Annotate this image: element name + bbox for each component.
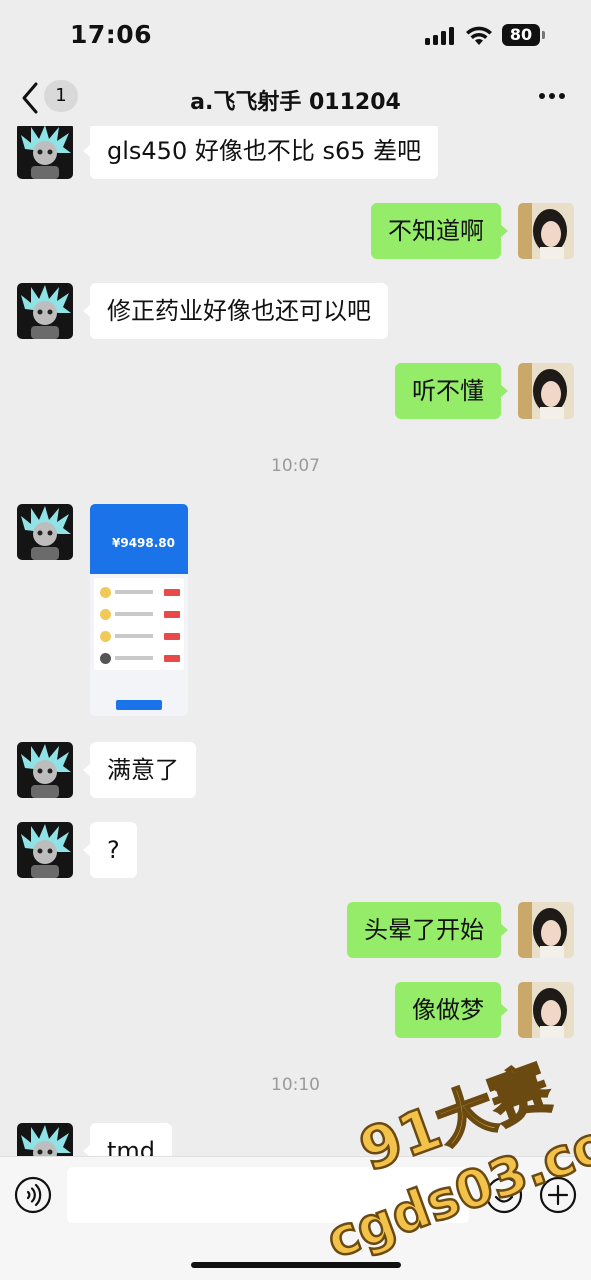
- message-bubble[interactable]: 听不懂: [395, 363, 508, 419]
- screenshot-card: [94, 578, 184, 670]
- message-bubble[interactable]: 像做梦: [395, 982, 508, 1038]
- wifi-icon: [466, 26, 492, 45]
- status-time: 17:06: [70, 20, 153, 49]
- cellular-signal-icon: [425, 27, 457, 45]
- my-avatar[interactable]: [518, 363, 574, 419]
- message-input[interactable]: [67, 1167, 469, 1223]
- contact-avatar[interactable]: [17, 742, 73, 798]
- message-bubble[interactable]: tmd: [82, 1123, 173, 1156]
- message-bubble[interactable]: gls450 好像也不比 s65 差吧: [82, 126, 439, 179]
- chat-title: a.飞飞射手 011204: [190, 90, 401, 115]
- status-bar: 17:06 80: [0, 0, 591, 70]
- message-bubble[interactable]: ?: [83, 822, 137, 878]
- chevron-left-icon[interactable]: [16, 78, 46, 118]
- contact-avatar[interactable]: [17, 283, 73, 339]
- my-avatar[interactable]: [518, 982, 574, 1038]
- contact-avatar[interactable]: [17, 504, 73, 560]
- plus-circle-icon[interactable]: [539, 1176, 577, 1214]
- emoji-icon[interactable]: [485, 1176, 523, 1214]
- contact-avatar[interactable]: [17, 1123, 73, 1156]
- unread-count-badge[interactable]: 1: [44, 80, 78, 112]
- contact-avatar[interactable]: [17, 126, 73, 179]
- screenshot-header: ¥9498.80: [90, 504, 188, 574]
- battery-icon: 80: [502, 24, 546, 46]
- home-indicator: [191, 1262, 401, 1268]
- timestamp-label: 10:10: [271, 1075, 320, 1095]
- image-message[interactable]: ¥9498.80: [90, 504, 188, 716]
- message-bubble[interactable]: 头晕了开始: [347, 902, 508, 958]
- my-avatar[interactable]: [518, 203, 574, 259]
- battery-level: 80: [502, 24, 540, 46]
- message-bubble[interactable]: 修正药业好像也还可以吧: [83, 283, 388, 339]
- screenshot-amount: ¥9498.80: [112, 536, 176, 550]
- chat-screen: 17:06 80 1 a.飞飞射手 011204 gls450 好像也不比 s6…: [0, 0, 591, 1280]
- my-avatar[interactable]: [518, 902, 574, 958]
- more-dots-icon[interactable]: [536, 93, 568, 101]
- contact-avatar[interactable]: [17, 822, 73, 878]
- message-bubble[interactable]: 满意了: [83, 742, 196, 798]
- message-list[interactable]: gls450 好像也不比 s65 差吧 不知道啊 修正药业好像也还可以吧 听不懂…: [0, 126, 591, 1156]
- message-bubble[interactable]: 不知道啊: [371, 203, 508, 259]
- timestamp-label: 10:07: [271, 456, 320, 476]
- voice-icon[interactable]: [14, 1176, 52, 1214]
